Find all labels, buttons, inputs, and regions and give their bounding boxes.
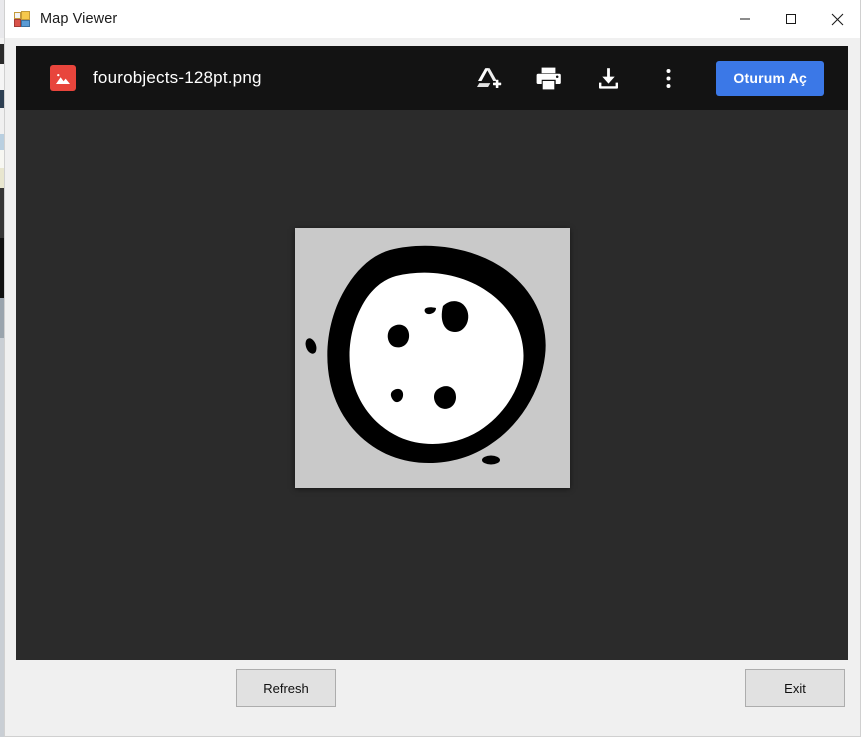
image-viewer-panel: fourobjects-128pt.png Oturum Aç <box>16 46 848 660</box>
window-controls <box>722 0 860 38</box>
minimize-button[interactable] <box>722 0 768 38</box>
file-info: fourobjects-128pt.png <box>50 65 262 91</box>
close-icon <box>831 13 843 25</box>
image-stage <box>16 110 848 660</box>
printer-icon <box>536 67 561 89</box>
window-title: Map Viewer <box>40 11 118 27</box>
footer-button-bar: Refresh Exit <box>5 661 860 736</box>
minimize-icon <box>740 18 750 20</box>
map-viewer-window: Map Viewer fourobjects-128pt.png Oturum … <box>4 0 861 737</box>
binary-blob-graphic <box>294 228 570 488</box>
sign-in-button[interactable]: Oturum Aç <box>716 60 824 96</box>
three-dots-vertical-icon <box>666 68 671 88</box>
viewer-toolbar: fourobjects-128pt.png Oturum Aç <box>16 46 848 110</box>
displayed-image <box>294 228 570 488</box>
download-button[interactable] <box>585 55 631 101</box>
image-file-icon <box>50 65 76 91</box>
close-button[interactable] <box>814 0 860 38</box>
maximize-icon <box>786 14 796 24</box>
toolbar-actions: Oturum Aç <box>458 46 824 110</box>
speckle-bottom <box>481 455 500 465</box>
print-button[interactable] <box>525 55 571 101</box>
drive-add-icon <box>476 67 502 88</box>
maximize-button[interactable] <box>768 0 814 38</box>
windows-forms-app-icon <box>14 11 30 27</box>
file-name-label: fourobjects-128pt.png <box>93 68 262 87</box>
exit-button[interactable]: Exit <box>745 669 845 707</box>
title-bar: Map Viewer <box>5 0 860 39</box>
image-file-icon-glyph <box>56 73 70 84</box>
add-to-drive-button[interactable] <box>465 55 511 101</box>
more-options-button[interactable] <box>645 55 691 101</box>
download-icon <box>598 67 618 89</box>
object-2 <box>387 324 409 348</box>
refresh-button[interactable]: Refresh <box>236 669 336 707</box>
object-1 <box>441 301 468 332</box>
